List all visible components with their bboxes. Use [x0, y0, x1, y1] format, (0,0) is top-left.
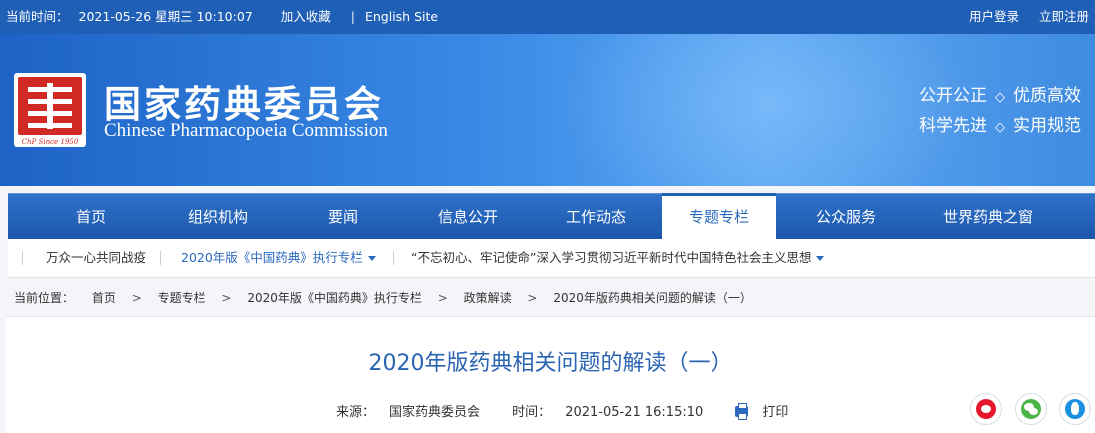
slogan-b1: 科学先进 — [919, 116, 987, 136]
slogan-dot-icon: ◇ — [995, 90, 1005, 105]
nav-item-special-topics[interactable]: 专题专栏 — [662, 193, 776, 243]
breadcrumb-current[interactable]: 2020年版药典相关问题的解读（一） — [553, 291, 752, 305]
article-title: 2020年版药典相关问题的解读（一） — [368, 351, 733, 376]
source-value: 国家药典委员会 — [389, 405, 481, 420]
banner-glow — [560, 34, 980, 186]
current-time-label: 当前时间： — [6, 9, 69, 24]
article-source: 来源： 国家药典委员会 — [336, 405, 494, 420]
slogan-line-2: 科学先进 ◇ 实用规范 — [919, 112, 1081, 142]
slogan-dot-icon: ◇ — [995, 120, 1005, 135]
current-datetime: 2021-05-26 星期三 10:10:07 — [78, 9, 253, 24]
subnav-divider — [22, 251, 23, 265]
share-weibo-button[interactable] — [970, 393, 1002, 425]
seal-motto: ChP Since 1950 — [21, 138, 79, 146]
breadcrumb-separator: > — [437, 291, 448, 305]
sub-nav: 万众一心共同战疫 2020年版《中国药典》执行专栏 “不忘初心、牢记使命”深入学… — [8, 239, 1095, 278]
printer-icon — [735, 403, 749, 420]
register-link[interactable]: 立即注册 — [1039, 9, 1089, 24]
main-nav: 首页 组织机构 要闻 信息公开 工作动态 专题专栏 公众服务 世界药典之窗 — [8, 193, 1095, 243]
print-button[interactable]: 打印 — [735, 403, 802, 420]
breadcrumb-home[interactable]: 首页 — [92, 291, 116, 305]
nav-item-public-services[interactable]: 公众服务 — [791, 194, 901, 240]
slogan-a2: 优质高效 — [1013, 86, 1081, 106]
user-login-link[interactable]: 用户登录 — [969, 9, 1019, 24]
time-value: 2021-05-21 16:15:10 — [565, 405, 704, 420]
subnav-item-pharmacopoeia-2020[interactable]: 2020年版《中国药典》执行专栏 — [181, 239, 376, 277]
print-label: 打印 — [762, 405, 789, 420]
breadcrumb-label: 当前位置： — [14, 291, 75, 305]
nav-item-news[interactable]: 要闻 — [293, 194, 393, 240]
article-meta: 来源： 国家药典委员会 时间： 2021-05-21 16:15:10 打印 — [336, 401, 816, 420]
wechat-icon — [1021, 399, 1041, 419]
breadcrumb-pharmacopoeia-2020[interactable]: 2020年版《中国药典》执行专栏 — [247, 291, 422, 305]
share-wechat-button[interactable] — [1015, 393, 1047, 425]
article-card: 2020年版药典相关问题的解读（一） 来源： 国家药典委员会 时间： 2021-05… — [6, 316, 1095, 433]
top-bar-left: 当前时间： 2021-05-26 星期三 10:10:07 加入收藏 | Englis… — [6, 0, 448, 34]
qq-icon — [1065, 399, 1085, 419]
nav-item-organization[interactable]: 组织机构 — [163, 194, 273, 240]
subnav-item-pharmacopoeia-2020-label: 2020年版《中国药典》执行专栏 — [181, 250, 363, 265]
english-site-link[interactable]: English Site — [365, 9, 438, 24]
logo-seal-icon[interactable]: ChP Since 1950 — [14, 73, 86, 147]
nav-item-info-disclosure[interactable]: 信息公开 — [413, 194, 523, 240]
nav-item-work-updates[interactable]: 工作动态 — [541, 194, 651, 240]
share-qq-button[interactable] — [1059, 393, 1091, 425]
chevron-down-icon — [367, 256, 376, 261]
subnav-item-fight-epidemic[interactable]: 万众一心共同战疫 — [46, 239, 146, 277]
breadcrumb-special-topics[interactable]: 专题专栏 — [158, 291, 206, 305]
top-bar: 当前时间： 2021-05-26 星期三 10:10:07 加入收藏 | Englis… — [0, 0, 1095, 34]
chevron-down-icon — [816, 256, 825, 261]
nav-item-home[interactable]: 首页 — [41, 194, 141, 240]
subnav-item-mission-theme-label: “不忘初心、牢记使命”深入学习贯彻习近平新时代中国特色社会主义思想 — [411, 250, 812, 265]
breadcrumb-separator: > — [221, 291, 232, 305]
breadcrumb-separator: > — [527, 291, 538, 305]
slogan-a1: 公开公正 — [919, 86, 987, 106]
subnav-divider — [160, 251, 161, 265]
subnav-item-mission-theme[interactable]: “不忘初心、牢记使命”深入学习贯彻习近平新时代中国特色社会主义思想 — [411, 239, 825, 277]
breadcrumb-separator: > — [131, 291, 142, 305]
slogan-line-1: 公开公正 ◇ 优质高效 — [919, 82, 1081, 112]
article-time: 时间： 2021-05-21 16:15:10 — [512, 405, 717, 420]
top-bar-separator: | — [350, 9, 355, 24]
header-banner: ChP Since 1950 国家药典委员会 Chinese Pharmacop… — [0, 34, 1095, 186]
time-label: 时间： — [512, 405, 552, 420]
nav-item-world-pharmacopoeia[interactable]: 世界药典之窗 — [918, 194, 1058, 240]
slogan: 公开公正 ◇ 优质高效 科学先进 ◇ 实用规范 — [919, 82, 1081, 142]
breadcrumb: 当前位置： 首页 > 专题专栏 > 2020年版《中国药典》执行专栏 > 政策解… — [14, 286, 752, 310]
breadcrumb-policy[interactable]: 政策解读 — [464, 291, 512, 305]
slogan-b2: 实用规范 — [1013, 116, 1081, 136]
subnav-divider — [393, 251, 394, 265]
weibo-icon — [976, 399, 996, 419]
add-favorite-link[interactable]: 加入收藏 — [281, 9, 331, 24]
seal-red-mark — [18, 77, 82, 135]
source-label: 来源： — [336, 405, 376, 420]
top-bar-right: 用户登录 立即注册 — [953, 0, 1089, 34]
site-title-en: Chinese Pharmacopoeia Commission — [104, 120, 388, 141]
